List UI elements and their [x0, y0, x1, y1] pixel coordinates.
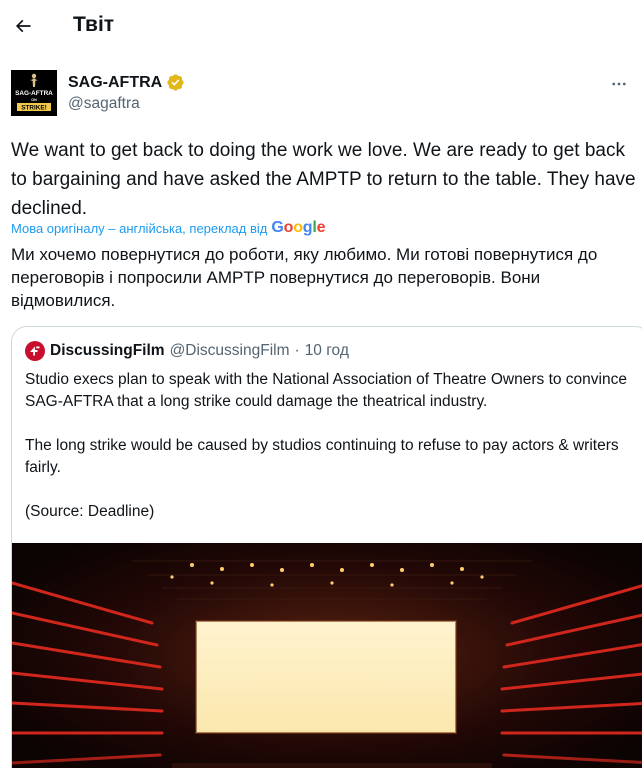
more-dots-icon [612, 82, 626, 86]
back-button[interactable] [6, 9, 40, 43]
avatar[interactable]: SAG-AFTRA ON STRIKE! [11, 70, 57, 116]
quote-display-name: DiscussingFilm [50, 342, 165, 359]
tweet-text: We want to get back to doing the work we… [11, 140, 636, 219]
tweet-author: SAG-AFTRA ON STRIKE! SAG-AFTRA @sagaftra [11, 70, 631, 118]
translation-attribution[interactable]: Мова оригіналу – англійська, переклад ві… [11, 219, 326, 237]
quote-paragraph: Studio execs plan to speak with the Nati… [25, 371, 627, 410]
display-name[interactable]: SAG-AFTRA [68, 74, 162, 92]
discussingfilm-logo [30, 346, 40, 356]
svg-text:SAG-AFTRA: SAG-AFTRA [15, 90, 53, 97]
translation-label: Мова оригіналу – англійська, переклад ві… [11, 220, 268, 236]
display-name-row: SAG-AFTRA [68, 73, 185, 92]
quoted-tweet[interactable]: DiscussingFilm @DiscussingFilm · 10 год … [11, 326, 642, 768]
arrow-left-icon [15, 19, 31, 33]
sag-aftra-logo: SAG-AFTRA ON STRIKE! [11, 70, 57, 116]
svg-text:ON: ON [31, 98, 37, 102]
quote-separator: · [294, 342, 300, 359]
quote-header: DiscussingFilm @DiscussingFilm · 10 год [25, 341, 349, 361]
google-logo: Google [271, 219, 326, 236]
discussingfilm-avatar[interactable] [25, 341, 45, 361]
page-title: Твіт [73, 13, 115, 36]
quote-paragraph: (Source: Deadline) [25, 503, 155, 520]
translated-text: Ми хочемо повернутися до роботи, яку люб… [11, 245, 598, 310]
top-bar: Твіт [0, 0, 642, 53]
more-button[interactable] [607, 72, 631, 96]
quote-text: Studio execs plan to speak with the Nati… [25, 369, 630, 545]
svg-text:STRIKE!: STRIKE! [21, 105, 47, 112]
cinema-illustration [12, 543, 642, 768]
quote-time: 10 год [304, 342, 349, 359]
gold-verified-badge-icon[interactable] [166, 73, 185, 92]
quote-paragraph: The long strike would be caused by studi… [25, 437, 619, 476]
cinema-screen-photo[interactable] [12, 543, 642, 768]
author-handle[interactable]: @sagaftra [68, 95, 140, 113]
quote-handle: @DiscussingFilm [169, 342, 290, 359]
